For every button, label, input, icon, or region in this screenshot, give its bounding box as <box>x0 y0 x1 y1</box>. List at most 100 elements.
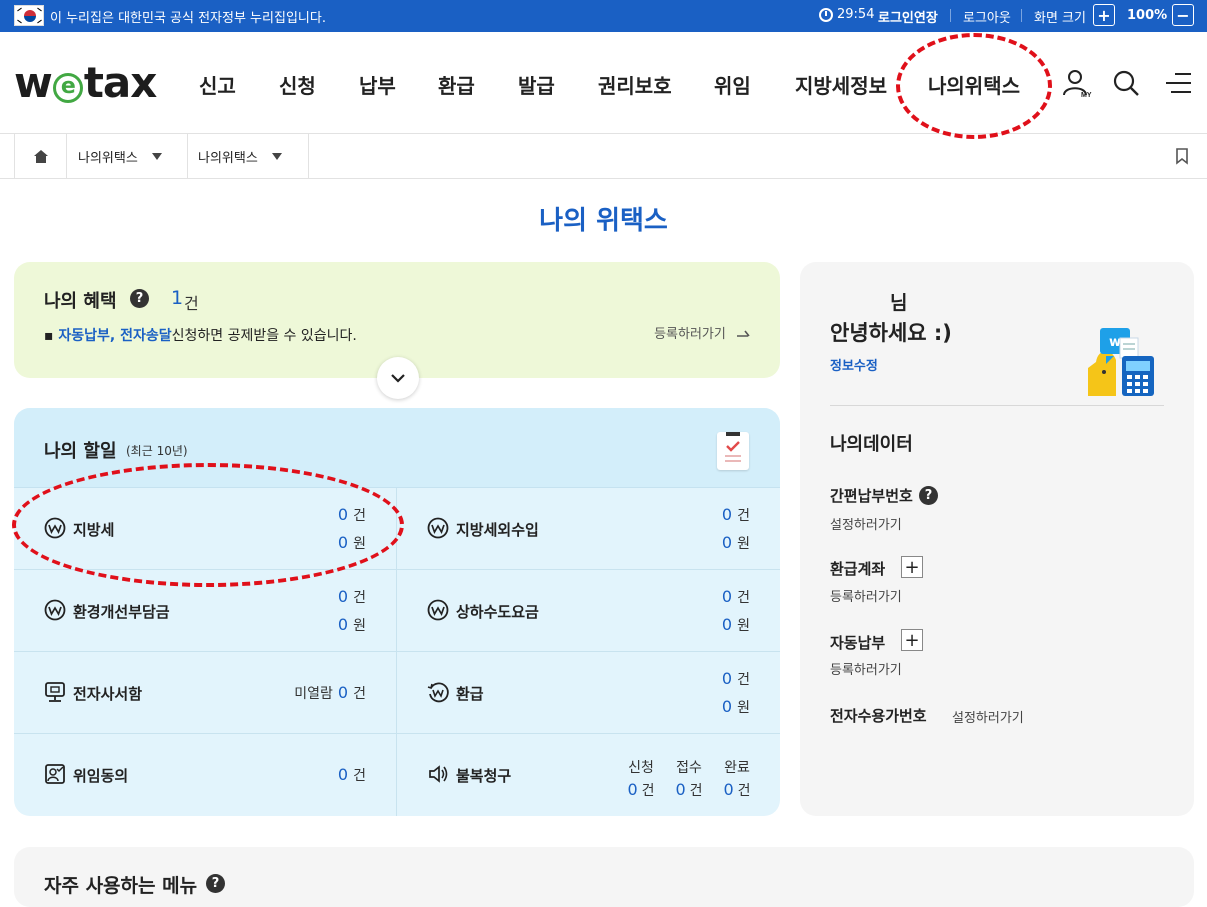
todo-refund[interactable]: 환급 0건 0원 <box>397 652 780 734</box>
home-button[interactable] <box>14 134 67 178</box>
refund-account-register-link[interactable]: 등록하러가기 <box>830 586 902 605</box>
zoom-in-button[interactable]: + <box>1093 4 1115 26</box>
extend-login-button[interactable]: 로그인연장 <box>878 7 938 26</box>
todo-non-tax-revenue[interactable]: 지방세외수입 0건 0원 <box>397 488 780 570</box>
count-unit: 건 <box>737 783 751 799</box>
page-title: 나의 위택스 <box>539 206 668 236</box>
nav-issue[interactable]: 발급 <box>518 70 555 99</box>
todo-water-bill[interactable]: 상하수도요금 0건 0원 <box>397 570 780 652</box>
wetax-logo[interactable]: w e tax <box>14 58 157 107</box>
count-unit: 건 <box>737 672 750 688</box>
clock-icon <box>819 7 833 22</box>
todo-environment-charge[interactable]: 환경개선부담금 0건 0원 <box>14 570 397 652</box>
count-value: 0 <box>337 683 349 702</box>
benefit-title: 나의 혜택 <box>44 291 117 312</box>
consent-icon <box>45 764 65 784</box>
todo-item-name: 지방세 <box>73 521 115 539</box>
count-unit: 건 <box>353 508 366 524</box>
nav-local-tax-info[interactable]: 지방세정보 <box>795 70 887 99</box>
frequent-menu-title: 자주 사용하는 메뉴 <box>44 875 198 897</box>
greeting: 안녕하세요 :) <box>830 321 952 345</box>
search-icon[interactable] <box>1111 68 1141 98</box>
customer-number-label: 전자수용가번호 <box>830 707 927 725</box>
benefit-count-unit: 건 <box>184 294 199 313</box>
help-icon[interactable]: ? <box>919 486 938 505</box>
nav-apply[interactable]: 신청 <box>279 70 316 99</box>
expand-benefit-button[interactable] <box>377 357 419 399</box>
count-value: 0 <box>337 765 349 784</box>
count-unit: 건 <box>353 768 366 784</box>
todo-local-tax[interactable]: 지방세 0건 0원 <box>14 488 397 570</box>
breadcrumb-label: 나의위택스 <box>198 150 258 166</box>
breadcrumb-level1[interactable]: 나의위택스 <box>67 134 188 178</box>
received-label: 접수 <box>676 760 702 776</box>
applied-value: 0 <box>627 780 638 799</box>
help-icon[interactable]: ? <box>206 874 225 893</box>
amount-unit: 원 <box>353 536 366 552</box>
edit-info-link[interactable]: 정보수정 <box>830 355 878 374</box>
auto-pay-register-link[interactable]: 등록하러가기 <box>830 659 902 678</box>
session-timer: 29:54 <box>819 7 874 22</box>
breadcrumb-level2[interactable]: 나의위택스 <box>188 134 309 178</box>
refund-account-label: 환급계좌 <box>830 560 886 578</box>
zoom-value: 100% <box>1127 8 1168 23</box>
todo-delegation-consent[interactable]: 위임동의 0건 <box>14 734 397 816</box>
register-link-label: 등록하러가기 <box>654 327 726 342</box>
amount-value: 0 <box>721 533 733 552</box>
chevron-down-icon <box>391 374 405 383</box>
nav-delegation[interactable]: 위임 <box>714 70 751 99</box>
nav-my-wetax[interactable]: 나의위택스 <box>928 70 1020 99</box>
amount-unit: 원 <box>737 536 750 552</box>
amount-unit: 원 <box>737 700 750 716</box>
help-icon[interactable]: ? <box>130 289 149 308</box>
todo-item-name: 환경개선부담금 <box>73 603 170 621</box>
bookmark-icon[interactable] <box>1175 148 1189 165</box>
divider <box>830 405 1164 406</box>
checklist-icon <box>717 431 749 470</box>
nav-report[interactable]: 신고 <box>199 70 236 99</box>
nav-rights[interactable]: 권리보호 <box>598 70 672 99</box>
done-value: 0 <box>723 780 734 799</box>
todo-item-name: 상하수도요금 <box>456 603 539 621</box>
count-unit: 건 <box>353 686 366 702</box>
logout-button[interactable]: 로그아웃 <box>963 7 1011 26</box>
count-unit: 건 <box>353 590 366 606</box>
menu-icon[interactable] <box>1163 68 1193 98</box>
my-data-title: 나의데이터 <box>830 434 913 455</box>
todo-objection-claim[interactable]: 불복청구 신청 접수 완료 0건 0건 0건 <box>397 734 780 816</box>
timer-value: 29:54 <box>837 7 875 22</box>
nav-pay[interactable]: 납부 <box>359 70 396 99</box>
auto-pay-label: 자동납부 <box>830 634 886 652</box>
todo-title: 나의 할일 <box>44 441 117 462</box>
nav-refund[interactable]: 환급 <box>438 70 475 99</box>
korea-flag-icon <box>14 5 44 26</box>
count-value: 0 <box>721 505 733 524</box>
count-unit: 건 <box>737 590 750 606</box>
count-value: 0 <box>337 505 349 524</box>
benefit-highlight: 자동납부, 전자송달 <box>58 328 172 344</box>
user-my-icon[interactable]: MY <box>1062 68 1092 98</box>
svg-text:MY: MY <box>1081 92 1092 98</box>
customer-number-setup-link[interactable]: 설정하러가기 <box>952 707 1024 726</box>
arrow-up-right-icon <box>737 330 750 337</box>
count-value: 0 <box>337 587 349 606</box>
received-value: 0 <box>675 780 686 799</box>
easy-pay-setup-link[interactable]: 설정하러가기 <box>830 514 902 533</box>
done-label: 완료 <box>724 760 750 776</box>
applied-label: 신청 <box>628 760 654 776</box>
benefit-register-link[interactable]: 등록하러가기 <box>654 323 750 342</box>
caret-down-icon <box>271 152 282 160</box>
add-refund-account-button[interactable]: + <box>901 556 923 578</box>
frequent-menu-section: 자주 사용하는 메뉴 ? <box>14 847 1194 907</box>
add-auto-pay-button[interactable]: + <box>901 629 923 651</box>
amount-unit: 원 <box>353 618 366 634</box>
count-unit: 건 <box>737 508 750 524</box>
divider <box>1021 9 1022 22</box>
benefit-description: ▪ 자동납부, 전자송달신청하면 공제받을 수 있습니다. <box>44 325 357 345</box>
todo-e-mailbox[interactable]: 전자사서함 미열람 0 건 <box>14 652 397 734</box>
count-unit: 건 <box>689 783 703 799</box>
todo-header: 나의 할일 (최근 10년) <box>14 408 780 488</box>
zoom-out-button[interactable]: − <box>1172 4 1194 26</box>
mailbox-monitor-icon <box>45 682 65 702</box>
breadcrumb-label: 나의위택스 <box>78 150 138 166</box>
